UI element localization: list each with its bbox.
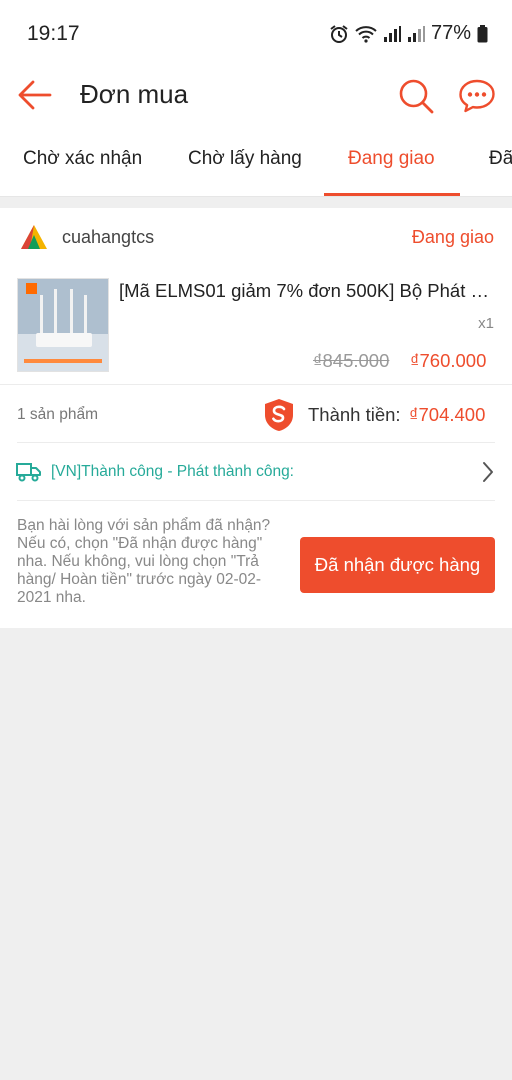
shipping-status-text: [VN]Thành công - Phát thành công: — [51, 463, 294, 480]
item-count: 1 sản phẩm — [17, 406, 98, 423]
wifi-icon — [355, 25, 377, 43]
tab-dang-giao[interactable]: Đang giao — [348, 148, 435, 170]
battery-percent: 77% — [430, 22, 471, 44]
tab-cho-xac-nhan[interactable]: Chờ xác nhận — [23, 148, 142, 170]
order-tabs: Chờ xác nhận Chờ lấy hàng Đang giao Đã — [0, 124, 512, 197]
shop-name: cuahangtcs — [62, 227, 155, 247]
shopee-guarantee-icon — [265, 399, 293, 431]
original-price: ₫845.000 — [313, 350, 390, 371]
divider — [17, 442, 495, 443]
top-area: 19:17 77% Đơn mua Chờ xác nhận Chờ lấy h… — [0, 0, 512, 197]
total-value: ₫704.400 — [409, 404, 486, 425]
app-header: Đơn mua — [0, 68, 512, 124]
tab-cho-lay-hang[interactable]: Chờ lấy hàng — [188, 148, 302, 170]
confirm-received-button[interactable]: Đã nhận được hàng — [300, 537, 495, 593]
search-icon[interactable] — [398, 78, 434, 114]
sale-price: ₫760.000 — [410, 350, 487, 371]
order-status: Đang giao — [411, 227, 494, 247]
order-card[interactable]: cuahangtcs Đang giao [Mã ELMS01 giảm 7% … — [0, 208, 512, 628]
active-tab-indicator — [324, 193, 460, 196]
alarm-icon — [330, 24, 348, 43]
truck-icon — [16, 463, 41, 482]
product-quantity: x1 — [478, 315, 494, 332]
confirm-note: Bạn hài lòng với sản phẩm đã nhận? Nếu c… — [17, 517, 271, 606]
chevron-right-icon — [483, 462, 493, 482]
chat-icon[interactable] — [458, 78, 496, 114]
signal-icon-2 — [407, 25, 425, 42]
status-bar: 19:17 77% — [0, 0, 512, 68]
tab-da-giao[interactable]: Đã — [489, 148, 512, 170]
arrow-left-icon[interactable] — [18, 80, 52, 110]
product-thumbnail[interactable] — [17, 278, 109, 372]
total-label: Thành tiền: — [308, 404, 401, 425]
product-name[interactable]: [Mã ELMS01 giảm 7% đơn 500K] Bộ Phát Wif… — [119, 280, 494, 302]
shipping-status-row[interactable]: [VN]Thành công - Phát thành công: — [0, 444, 512, 500]
divider — [17, 500, 495, 501]
router-image — [18, 279, 108, 371]
shop-logo-icon — [21, 225, 47, 249]
status-icons: 77% — [329, 22, 488, 45]
divider — [0, 384, 512, 385]
page-title: Đơn mua — [80, 79, 189, 109]
status-time: 19:17 — [27, 22, 80, 45]
signal-icon — [383, 25, 401, 42]
battery-icon — [477, 24, 488, 42]
shop-row[interactable]: cuahangtcs Đang giao — [0, 208, 512, 266]
